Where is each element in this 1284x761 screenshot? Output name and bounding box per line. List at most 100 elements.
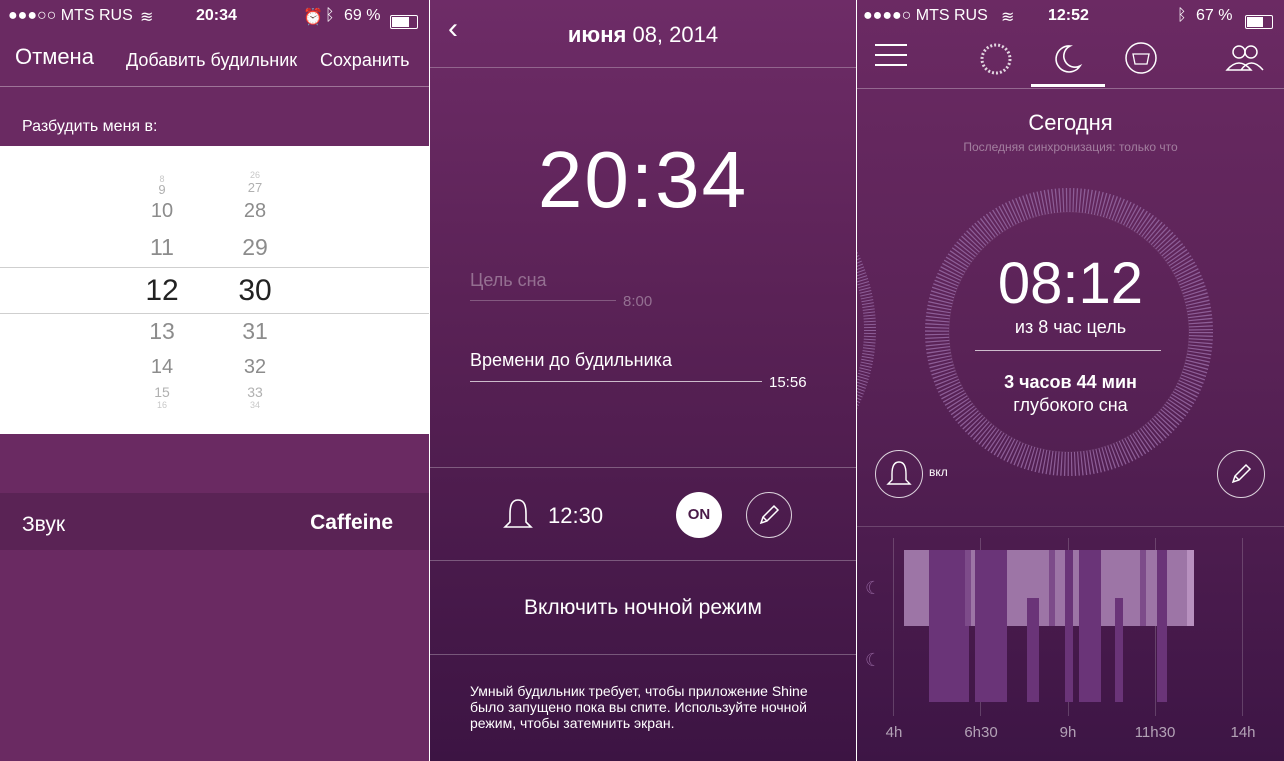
moon-icon[interactable] — [1050, 42, 1084, 76]
night-mode-note: Умный будильник требует, чтобы приложени… — [470, 683, 808, 731]
bell-icon — [503, 499, 533, 528]
divider — [857, 88, 1284, 89]
scale-icon[interactable] — [1123, 40, 1159, 76]
deep-sleep-bar — [975, 550, 1007, 702]
light-sleep-moon-icon: ☾ — [865, 578, 882, 598]
alarm-status: вкл — [929, 465, 948, 479]
alarm-detail-screen: ‹ июня 08, 2014 20:34 Цель сна 8:00 Врем… — [430, 0, 856, 761]
bluetooth-icon: ᛒ — [1177, 7, 1187, 24]
selection-line-bottom — [0, 313, 429, 314]
edit-button[interactable] — [1217, 450, 1265, 498]
sleep-goal-value: 8:00 — [623, 293, 653, 310]
deep-sleep-label: глубокого сна — [1013, 395, 1128, 415]
deep-sleep-bar — [929, 550, 969, 702]
page-title: Добавить будильник — [126, 50, 298, 70]
grid-line — [1242, 538, 1243, 716]
x-axis-label: 4h — [885, 724, 903, 741]
deep-sleep-bar — [1027, 598, 1039, 702]
time-picker[interactable]: 8 9 10 11 12 13 14 15 16 26 27 28 29 30 … — [0, 146, 429, 434]
deep-sleep-bar — [1157, 550, 1167, 702]
picker-minute-selected[interactable]: 30 — [225, 274, 285, 308]
picker-minute[interactable]: 33 — [225, 384, 285, 400]
time-to-alarm-value: 15:56 — [769, 374, 807, 391]
sound-label: Звук — [22, 513, 66, 536]
picker-minute[interactable]: 31 — [225, 318, 285, 345]
time-to-alarm-label: Времени до будильника — [470, 350, 672, 370]
status-bar: ●●●●○ MTS RUS ≋ 12:52 ᛒ 67 % — [857, 0, 1284, 32]
sleep-chart: ☾ ☾ — [857, 538, 1284, 718]
sound-value: Caffeine — [310, 511, 393, 534]
divider — [430, 467, 856, 468]
picker-hour[interactable]: 15 — [132, 384, 192, 400]
picker-hour[interactable]: 9 — [132, 182, 192, 197]
picker-minute[interactable]: 34 — [225, 400, 285, 410]
alarm-time: 12:30 — [548, 503, 604, 528]
goal-prefix: из — [1014, 317, 1034, 337]
divider — [430, 560, 856, 561]
date-month: июня — [567, 22, 627, 47]
menu-icon[interactable] — [875, 44, 907, 66]
alarm-button[interactable] — [875, 450, 923, 498]
battery-percent: 67 % — [1196, 7, 1233, 24]
panel-separator — [429, 0, 430, 761]
picker-hour[interactable]: 14 — [132, 356, 192, 379]
cancel-button[interactable]: Отмена — [15, 44, 94, 70]
current-time: 20:34 — [537, 135, 749, 224]
panel-separator — [856, 0, 857, 761]
status-time: 12:52 — [1048, 7, 1089, 24]
friends-icon[interactable] — [1223, 42, 1267, 74]
alarm-clock-icon: ⏰ — [303, 9, 323, 26]
night-mode-button[interactable]: Включить ночной режим — [430, 596, 856, 620]
status-time: 20:34 — [196, 7, 237, 24]
deep-sleep-moon-icon: ☾ — [865, 650, 882, 670]
sync-status: Последняя синхронизация: только что — [963, 140, 1178, 154]
activity-icon[interactable] — [979, 42, 1013, 76]
selection-line-top — [0, 267, 429, 268]
wake-label: Разбудить меня в: — [22, 118, 158, 135]
sleep-bar — [1187, 550, 1194, 626]
picker-minute[interactable]: 32 — [225, 356, 285, 379]
battery-percent: 69 % — [344, 7, 381, 24]
picker-hour-selected[interactable]: 12 — [132, 274, 192, 308]
divider — [0, 86, 429, 87]
goal-suffix: час цель — [1053, 317, 1127, 337]
picker-hour[interactable]: 10 — [132, 200, 192, 223]
divider — [430, 67, 856, 68]
carrier: ●●●○○ MTS RUS — [8, 7, 133, 24]
wifi-icon: ≋ — [1001, 9, 1015, 26]
carrier: ●●●●○ MTS RUS — [863, 7, 988, 24]
picker-minute[interactable]: 28 — [225, 200, 285, 223]
date-rest: 08, 2014 — [632, 22, 719, 47]
deep-sleep-bar — [1079, 550, 1101, 702]
edit-alarm-button[interactable] — [746, 492, 792, 538]
save-button[interactable]: Сохранить — [320, 50, 409, 71]
picker-minute[interactable]: 26 — [225, 170, 285, 180]
x-axis-label: 9h — [1059, 724, 1077, 741]
time-to-alarm-line — [470, 381, 762, 382]
picker-minute[interactable]: 27 — [225, 180, 285, 195]
picker-hour[interactable]: 11 — [132, 234, 192, 261]
sound-row[interactable]: Звук Caffeine — [0, 493, 429, 550]
goal-value: 8 — [1038, 317, 1049, 337]
picker-minute[interactable]: 29 — [225, 234, 285, 261]
bluetooth-icon: ᛒ — [325, 7, 335, 24]
grid-line — [893, 538, 894, 716]
pencil-icon — [1231, 463, 1252, 484]
ring-divider — [975, 350, 1161, 351]
alarm-on-toggle[interactable]: ON — [676, 492, 722, 538]
bell-icon — [886, 461, 912, 485]
sleep-goal-label: Цель сна — [470, 270, 547, 290]
deep-sleep-value: 3 часов 44 мин — [1004, 372, 1137, 392]
wifi-icon: ≋ — [140, 9, 154, 26]
deep-sleep-bar — [1065, 550, 1073, 702]
picker-hour[interactable]: 13 — [132, 318, 192, 345]
date-header: июня 08, 2014 — [430, 22, 856, 48]
total-sleep-time: 08:12 — [997, 251, 1144, 316]
picker-hour[interactable]: 16 — [132, 400, 192, 410]
divider — [857, 526, 1284, 527]
sleep-summary-screen: ●●●●○ MTS RUS ≋ 12:52 ᛒ 67 % Сегодня Пос… — [857, 0, 1284, 761]
x-axis-label: 14h — [1230, 724, 1256, 741]
status-bar: ●●●○○ MTS RUS ≋ 20:34 ⏰ ᛒ 69 % — [0, 0, 429, 32]
deep-sleep-bar — [1115, 598, 1123, 702]
divider — [430, 654, 856, 655]
